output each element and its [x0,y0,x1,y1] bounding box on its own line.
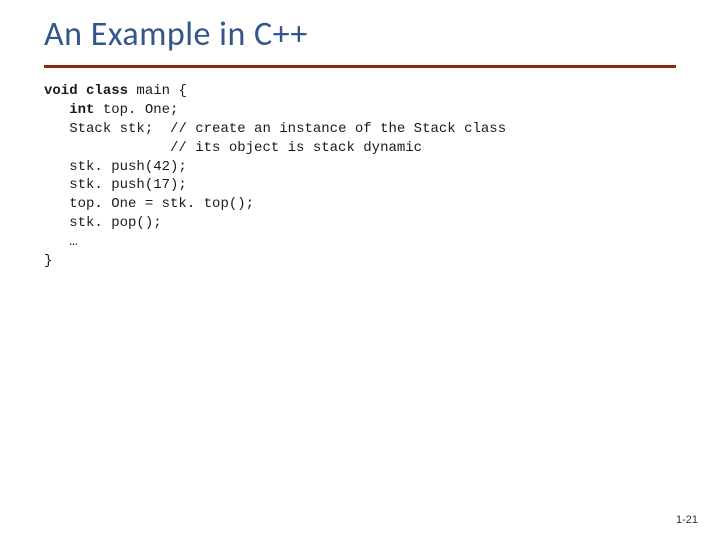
decl-topone: top. One; [94,102,178,118]
indent-1 [44,102,69,118]
line-push17: stk. push(17); [69,177,187,193]
indent-5 [44,196,69,212]
indent-4 [44,177,69,193]
comment-2: // its object is stack dynamic [170,140,422,156]
line-push42: stk. push(42); [69,159,187,175]
code-block: void class main { int top. One; Stack st… [0,68,720,271]
line-pop: stk. pop(); [69,215,161,231]
page-number: 1-21 [676,514,698,526]
indent-3 [44,159,69,175]
indent-2 [44,121,69,137]
line-assign: top. One = stk. top(); [69,196,254,212]
line-close: } [44,253,52,269]
kw-int: int [69,102,94,118]
indent-7 [44,234,69,250]
comment-1: // create an instance of the Stack class [170,121,506,137]
page-title: An Example in C++ [0,0,720,55]
slide: An Example in C++ void class main { int … [0,0,720,540]
comment-2-pad [44,140,170,156]
fn-main: main { [128,83,187,99]
line-ellipsis: … [69,234,77,250]
kw-class: class [86,83,128,99]
indent-6 [44,215,69,231]
kw-void: void [44,83,78,99]
decl-stk: Stack stk; [69,121,170,137]
